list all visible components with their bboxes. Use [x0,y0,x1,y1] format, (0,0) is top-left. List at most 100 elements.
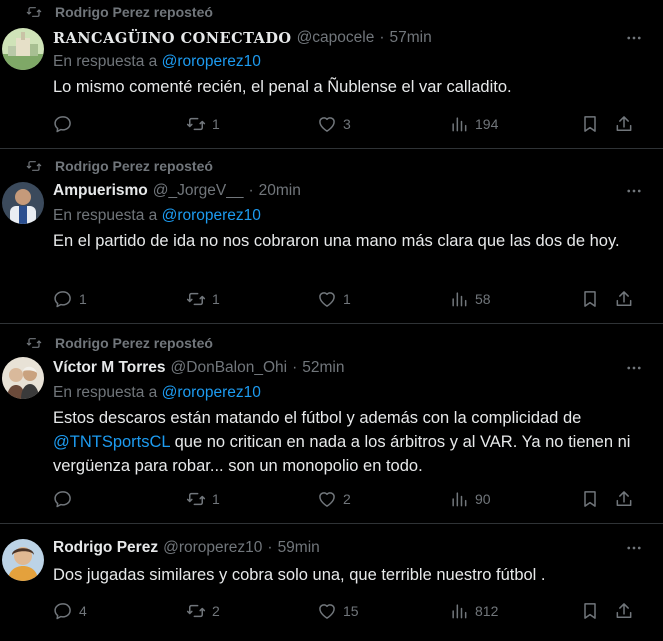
views-icon [449,601,469,621]
share-button[interactable] [614,288,634,310]
avatar[interactable] [2,357,44,399]
post-actions: 1 2 90 [53,488,639,510]
share-button[interactable] [614,600,634,622]
timeline-feed: Rodrigo Perez reposteó RANCAGÜINO CONECT… [0,0,663,641]
bookmark-button[interactable] [580,600,600,622]
author-name[interactable]: Rodrigo Perez [53,539,158,557]
post-time[interactable]: 57min [390,29,432,47]
post-time[interactable]: 59min [278,539,320,557]
share-button[interactable] [614,488,634,510]
avatar[interactable] [2,28,44,70]
bookmark-button[interactable] [580,113,600,135]
post-rancaguino[interactable]: Rodrigo Perez reposteó RANCAGÜINO CONECT… [0,0,663,149]
repost-button[interactable]: 1 [186,488,220,510]
repost-button[interactable]: 1 [186,288,220,310]
reply-context: En respuesta a @roroperez10 [53,206,261,226]
like-count: 2 [343,491,351,507]
reply-button[interactable] [53,488,79,510]
views-count: 194 [475,116,499,132]
views-count: 90 [475,491,491,507]
repost-indicator[interactable]: Rodrigo Perez reposteó [26,156,213,176]
more-options-button[interactable] [623,357,645,379]
share-icon [614,114,634,134]
views-icon [449,289,469,309]
repost-count: 1 [212,291,220,307]
like-icon [317,601,337,621]
repost-count: 2 [212,603,220,619]
repost-icon [26,335,42,351]
reply-mention-link[interactable]: @roroperez10 [162,53,261,70]
share-icon [614,289,634,309]
like-button[interactable]: 3 [317,113,351,135]
post-rodrigo-perez[interactable]: Rodrigo Perez @roroperez10 · 59min Dos j… [0,525,663,641]
like-count: 15 [343,603,359,619]
post-victor-torres[interactable]: Rodrigo Perez reposteó Víctor M Torres @… [0,325,663,524]
like-button[interactable]: 2 [317,488,351,510]
reply-context: En respuesta a @roroperez10 [53,383,261,403]
like-icon [317,489,337,509]
post-actions: 1 3 194 [53,113,639,135]
like-icon [317,114,337,134]
avatar[interactable] [2,539,44,581]
bookmark-icon [580,489,600,509]
post-time[interactable]: 20min [259,182,301,200]
views-button[interactable]: 194 [449,113,498,135]
post-text: Dos jugadas similares y cobra solo una, … [53,566,546,584]
bookmark-button[interactable] [580,288,600,310]
repost-count: 1 [212,491,220,507]
repost-button[interactable]: 1 [186,113,220,135]
views-icon [449,114,469,134]
repost-label: Rodrigo Perez reposteó [55,335,213,351]
share-button[interactable] [614,113,634,135]
like-count: 1 [343,291,351,307]
views-icon [449,489,469,509]
reply-prefix: En respuesta a [53,53,158,70]
like-count: 3 [343,116,351,132]
reply-prefix: En respuesta a [53,384,158,401]
more-icon [625,29,643,47]
repost-button[interactable]: 2 [186,600,220,622]
bookmark-button[interactable] [580,488,600,510]
more-options-button[interactable] [623,537,645,559]
more-options-button[interactable] [623,27,645,49]
separator-dot: · [292,359,298,376]
reply-button[interactable]: 1 [53,288,87,310]
post-text-start: Estos descaros están matando el fútbol y… [53,409,582,427]
author-name[interactable]: RANCAGÜINO CONECTADO [53,30,292,47]
author-handle[interactable]: @roroperez10 [163,539,262,557]
author-name[interactable]: Víctor M Torres [53,359,166,377]
reply-mention-link[interactable]: @roroperez10 [162,207,261,224]
more-icon [625,539,643,557]
views-button[interactable]: 90 [449,488,491,510]
author-handle[interactable]: @DonBalon_Ohi [171,359,288,377]
like-button[interactable]: 15 [317,600,359,622]
views-button[interactable]: 58 [449,288,491,310]
reply-icon [53,289,73,309]
author-handle[interactable]: @capocele [297,29,375,47]
author-name[interactable]: Ampuerismo [53,182,148,200]
avatar[interactable] [2,182,44,224]
separator-dot: · [267,539,273,556]
repost-icon [186,601,206,621]
views-count: 812 [475,603,499,619]
views-button[interactable]: 812 [449,600,498,622]
views-count: 58 [475,291,491,307]
reply-button[interactable]: 4 [53,600,87,622]
reply-mention-link[interactable]: @roroperez10 [162,384,261,401]
reply-icon [53,601,73,621]
author-handle[interactable]: @_JorgeV__ [153,182,244,200]
like-button[interactable]: 1 [317,288,351,310]
post-actions: 4 2 15 812 [53,600,639,622]
repost-indicator[interactable]: Rodrigo Perez reposteó [26,2,213,22]
post-time[interactable]: 52min [302,359,344,377]
repost-icon [186,289,206,309]
repost-icon [26,158,42,174]
repost-icon [186,489,206,509]
repost-indicator[interactable]: Rodrigo Perez reposteó [26,333,213,353]
tntsports-mention-link[interactable]: @TNTSportsCL [53,433,170,451]
more-options-button[interactable] [623,180,645,202]
post-ampuerismo[interactable]: Rodrigo Perez reposteó Ampuerismo @_Jorg… [0,150,663,324]
repost-icon [26,4,42,20]
reply-button[interactable] [53,113,79,135]
repost-label: Rodrigo Perez reposteó [55,4,213,20]
